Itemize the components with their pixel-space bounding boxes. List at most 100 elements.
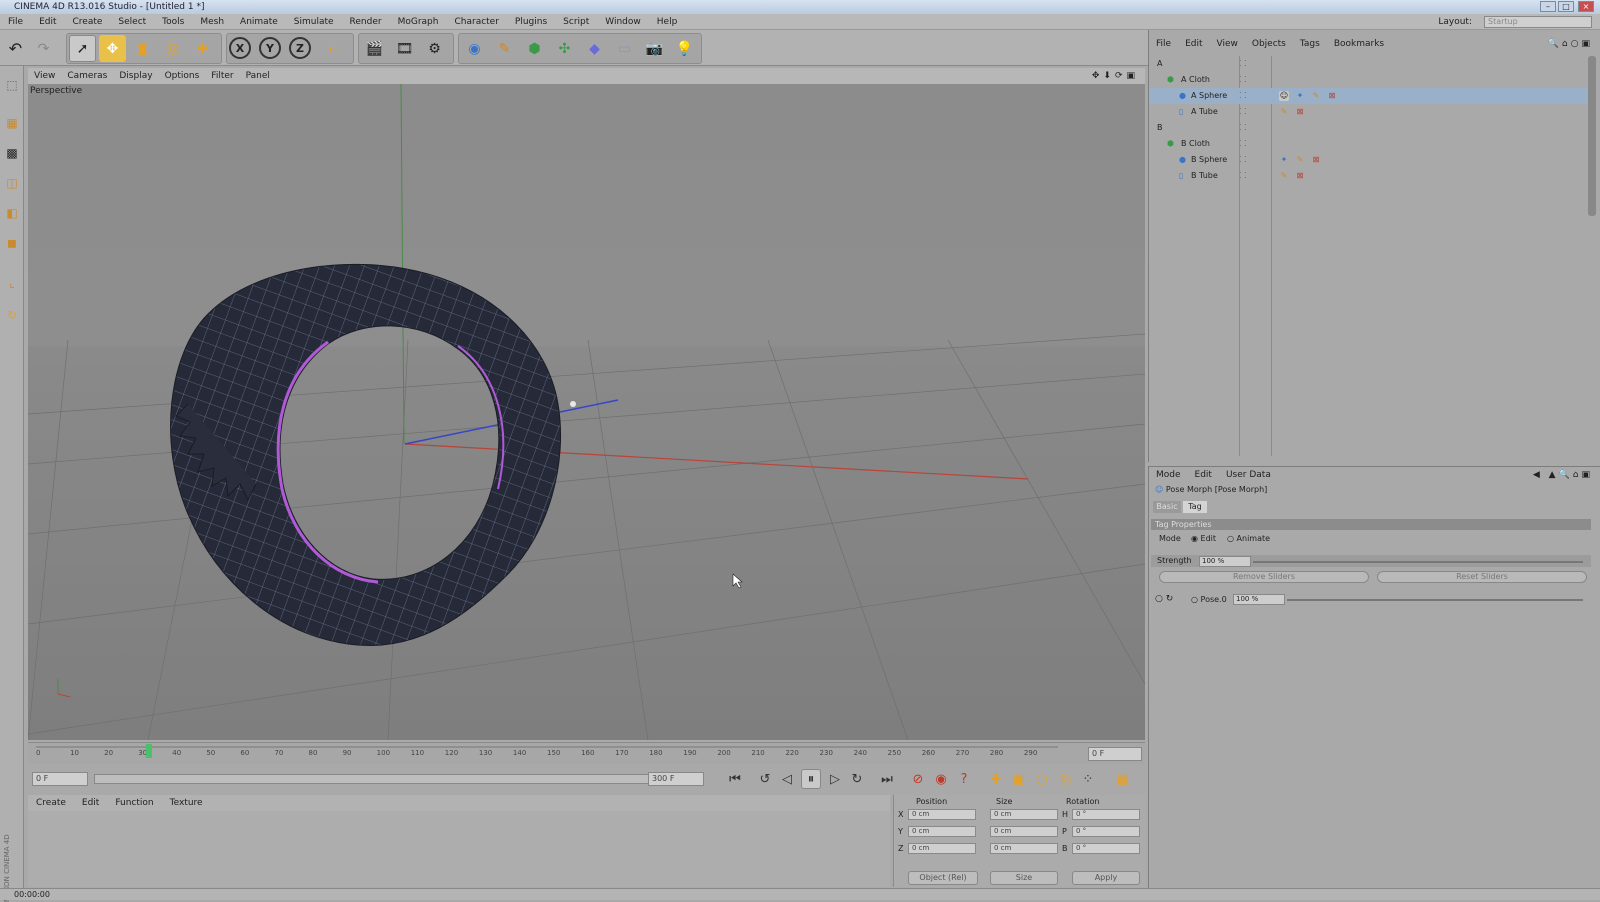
menu-plugins[interactable]: Plugins: [507, 14, 555, 30]
object-row-b-tube[interactable]: ▯ B Tube ⁚ ⁚ ✎ ⊠: [1149, 168, 1589, 184]
next-frame-icon[interactable]: ▷: [825, 769, 845, 789]
recent-tool-icon[interactable]: ✚: [189, 35, 216, 62]
menu-mograph[interactable]: MoGraph: [390, 14, 447, 30]
om-menu-file[interactable]: File: [1149, 36, 1178, 52]
material-tag-icon[interactable]: ⊠: [1311, 155, 1321, 165]
size-z-field[interactable]: 0 cm: [990, 843, 1058, 854]
mode-edit-radio[interactable]: ◉ Edit: [1191, 534, 1216, 543]
go-to-end-icon[interactable]: ⏭: [877, 769, 897, 789]
mode-animate-radio[interactable]: ○ Animate: [1227, 534, 1270, 543]
cube-primitive-icon[interactable]: ◉: [461, 35, 488, 62]
menu-script[interactable]: Script: [555, 14, 597, 30]
3d-viewport[interactable]: Perspective: [28, 84, 1145, 740]
menu-animate[interactable]: Animate: [232, 14, 286, 30]
menu-character[interactable]: Character: [446, 14, 506, 30]
rotation-b-field[interactable]: 0 °: [1072, 843, 1140, 854]
previous-frame-icon[interactable]: ◁: [777, 769, 797, 789]
reset-sliders-button[interactable]: Reset Sliders: [1377, 571, 1587, 583]
mat-menu-texture[interactable]: Texture: [162, 795, 211, 811]
render-settings-icon[interactable]: ⚙: [421, 35, 448, 62]
key-parameter-icon[interactable]: Ⓟ: [1055, 769, 1075, 789]
om-menu-tags[interactable]: Tags: [1293, 36, 1327, 52]
menu-mesh[interactable]: Mesh: [192, 14, 232, 30]
texture-mode-icon[interactable]: ▩: [2, 142, 22, 164]
vp-menu-view[interactable]: View: [28, 68, 61, 84]
minimize-button[interactable]: –: [1540, 1, 1556, 12]
timeline-end-field[interactable]: 0 F: [1088, 747, 1142, 761]
texture-tag-icon[interactable]: ✎: [1279, 171, 1289, 181]
go-to-start-icon[interactable]: ⏮: [725, 769, 745, 789]
object-row-b-sphere[interactable]: ● B Sphere ⁚ ⁚ ✦ ✎ ⊠: [1149, 152, 1589, 168]
object-manager-scrollbar[interactable]: [1588, 56, 1596, 216]
snapping-icon[interactable]: ↻: [2, 304, 22, 326]
apply-button[interactable]: Apply: [1072, 871, 1140, 885]
am-menu-edit[interactable]: Edit: [1188, 467, 1219, 483]
record-keys-icon[interactable]: ⊘: [908, 769, 928, 789]
menu-window[interactable]: Window: [597, 14, 649, 30]
remove-sliders-button[interactable]: Remove Sliders: [1159, 571, 1369, 583]
mat-menu-edit[interactable]: Edit: [74, 795, 107, 811]
cloth-tag-icon[interactable]: ✦: [1295, 91, 1305, 101]
nurbs-icon[interactable]: ⬢: [521, 35, 548, 62]
pose-strength-field[interactable]: 100 %: [1233, 594, 1285, 605]
coordinate-system-icon[interactable]: ⌐: [321, 35, 348, 62]
object-row-a[interactable]: A ⁚ ⁚: [1149, 56, 1589, 72]
viewport-nav-icons[interactable]: ✥⬇⟳▣: [1092, 68, 1139, 84]
menu-tools[interactable]: Tools: [154, 14, 192, 30]
spline-icon[interactable]: ✎: [491, 35, 518, 62]
timeline-window-icon[interactable]: ▤: [1113, 769, 1133, 789]
next-key-icon[interactable]: ↻: [847, 769, 867, 789]
move-tool-icon[interactable]: ✥: [99, 35, 126, 62]
menu-edit[interactable]: Edit: [31, 14, 64, 30]
menu-help[interactable]: Help: [649, 14, 686, 30]
array-icon[interactable]: ✣: [551, 35, 578, 62]
scale-tool-icon[interactable]: ▣: [129, 35, 156, 62]
close-button[interactable]: ×: [1578, 1, 1594, 12]
size-x-field[interactable]: 0 cm: [990, 809, 1058, 820]
camera-icon[interactable]: 📷: [641, 35, 668, 62]
material-tag-icon[interactable]: ⊠: [1295, 171, 1305, 181]
floor-icon[interactable]: ▭: [611, 35, 638, 62]
menu-simulate[interactable]: Simulate: [286, 14, 342, 30]
keyframe-selection-icon[interactable]: ?: [954, 769, 974, 789]
object-row-a-sphere[interactable]: ● A Sphere ⁚ ⁚ ☺ ✦ ✎ ⊠: [1149, 88, 1589, 104]
object-row-a-tube[interactable]: ▯ A Tube ⁚ ⁚ ✎ ⊠: [1149, 104, 1589, 120]
make-editable-icon[interactable]: ⬚: [2, 74, 22, 96]
mat-menu-create[interactable]: Create: [28, 795, 74, 811]
material-tag-icon[interactable]: ⊠: [1327, 91, 1337, 101]
menu-render[interactable]: Render: [342, 14, 390, 30]
edges-mode-icon[interactable]: ◧: [2, 202, 22, 224]
cloth-tag-icon[interactable]: ✦: [1279, 155, 1289, 165]
om-menu-objects[interactable]: Objects: [1245, 36, 1293, 52]
rotation-p-field[interactable]: 0 °: [1072, 826, 1140, 837]
coords-size-mode-select[interactable]: Size: [990, 871, 1058, 885]
vp-menu-display[interactable]: Display: [113, 68, 158, 84]
om-search-icon[interactable]: 🔍⌂○▣: [1548, 36, 1593, 52]
z-axis-lock-button[interactable]: Z: [289, 37, 311, 59]
timeline-ruler[interactable]: 0 10 20 30 40 50 60 70 80 90 100 110 120 130 140 150 160…: [28, 742, 1145, 764]
x-axis-lock-button[interactable]: X: [229, 37, 251, 59]
menu-create[interactable]: Create: [65, 14, 111, 30]
layout-select[interactable]: Startup: [1484, 16, 1592, 28]
y-axis-lock-button[interactable]: Y: [259, 37, 281, 59]
vp-menu-cameras[interactable]: Cameras: [61, 68, 113, 84]
position-x-field[interactable]: 0 cm: [908, 809, 976, 820]
key-point-level-icon[interactable]: ⁘: [1078, 769, 1098, 789]
texture-tag-icon[interactable]: ✎: [1311, 91, 1321, 101]
coords-mode-select[interactable]: Object (Rel): [908, 871, 978, 885]
strength-field[interactable]: 100 %: [1199, 556, 1251, 567]
key-scale-icon[interactable]: ▣: [1009, 769, 1029, 789]
pose-morph-tag-icon[interactable]: ☺: [1279, 91, 1289, 101]
om-menu-edit[interactable]: Edit: [1178, 36, 1209, 52]
position-y-field[interactable]: 0 cm: [908, 826, 976, 837]
material-tag-icon[interactable]: ⊠: [1295, 107, 1305, 117]
points-mode-icon[interactable]: ◫: [2, 172, 22, 194]
pose-reset-icon[interactable]: ○ ↻: [1155, 594, 1173, 604]
frame-range-slider[interactable]: [94, 774, 674, 784]
object-row-a-cloth[interactable]: ⬢ A Cloth ⁚ ⁚: [1149, 72, 1589, 88]
polygons-mode-icon[interactable]: ◼: [2, 232, 22, 254]
timeline-playhead[interactable]: [146, 744, 152, 758]
undo-icon[interactable]: ↶: [2, 35, 29, 62]
menu-file[interactable]: File: [0, 14, 31, 30]
axis-mode-icon[interactable]: ⌞: [2, 272, 22, 294]
